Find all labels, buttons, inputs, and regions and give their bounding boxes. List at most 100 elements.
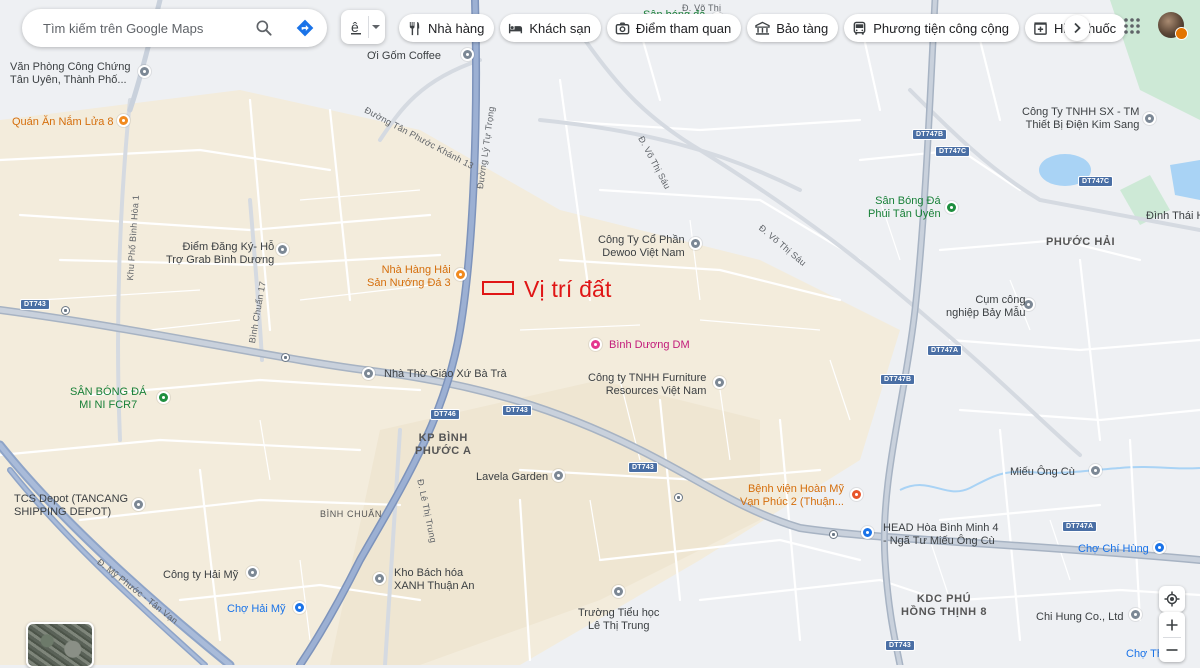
land-location-label: Vị trí đất xyxy=(524,276,612,302)
search-icon[interactable] xyxy=(254,18,274,38)
my-location-button[interactable] xyxy=(1159,586,1185,612)
place-label[interactable]: Chi Hung Co., Ltd xyxy=(1036,611,1123,624)
place-pin-icon[interactable] xyxy=(945,201,958,214)
place-pin-icon[interactable] xyxy=(1089,464,1102,477)
hotel-pin-icon[interactable] xyxy=(589,338,602,351)
satellite-layer-thumbnail[interactable] xyxy=(26,622,94,668)
place-label[interactable]: Công ty Hải Mỹ xyxy=(163,569,238,582)
area-label: KDC PHÚ HỒNG THỊNH 8 xyxy=(901,593,988,618)
shop-pin-icon[interactable] xyxy=(1153,541,1166,554)
place-pin-icon[interactable] xyxy=(276,243,289,256)
search-input[interactable] xyxy=(41,19,250,37)
area-label: BÌNH CHUẨN xyxy=(320,509,383,519)
minus-icon xyxy=(1166,648,1178,651)
church-pin-icon[interactable] xyxy=(362,367,375,380)
chip-hotels[interactable]: Khách sạn xyxy=(500,14,601,42)
road-shield: DT747A xyxy=(1062,521,1098,532)
camera-icon xyxy=(615,21,630,34)
place-label[interactable]: Miếu Ông Cù xyxy=(1010,466,1075,479)
place-label[interactable]: Công Ty Cổ Phần Dewoo Việt Nam xyxy=(598,234,685,260)
place-label[interactable]: Điểm Đăng Ký- Hỗ Trợ Grab Bình Dương xyxy=(166,241,274,267)
place-label[interactable]: Ơi Gốm Coffee xyxy=(367,50,441,63)
road-shield: DT743 xyxy=(628,462,659,473)
chip-restaurants[interactable]: Nhà hàng xyxy=(399,14,495,42)
road-shield: DT747B xyxy=(912,129,948,140)
museum-icon xyxy=(755,21,770,35)
place-label[interactable]: Công Ty TNHH SX - TM Thiết Bị Điện Kim Sa… xyxy=(1022,106,1139,132)
place-pin-icon[interactable] xyxy=(157,391,170,404)
land-location-marker xyxy=(482,281,514,295)
chevron-down-icon xyxy=(372,25,380,29)
place-label[interactable]: Bình Dương DM xyxy=(609,339,690,352)
road-shield: DT743 xyxy=(885,640,916,651)
hospital-pin-icon[interactable] xyxy=(850,488,863,501)
place-label[interactable]: SÂN BÓNG ĐÁ MI NI FCR7 xyxy=(70,386,146,412)
zoom-in-button[interactable] xyxy=(1166,613,1178,637)
bus-icon xyxy=(853,21,866,35)
place-pin-icon[interactable] xyxy=(1129,608,1142,621)
place-pin-icon[interactable] xyxy=(461,48,474,61)
place-label[interactable]: TCS Depot (TANCANG SHIPPING DEPOT) xyxy=(14,493,128,519)
map-canvas[interactable] xyxy=(0,0,1200,665)
place-pin-icon[interactable] xyxy=(1143,112,1156,125)
chip-transit[interactable]: Phương tiện công cộng xyxy=(844,14,1020,42)
place-label[interactable]: Văn Phòng Công Chứng Tân Uyên, Thành Phố.… xyxy=(10,61,131,87)
chip-attractions[interactable]: Điểm tham quan xyxy=(606,14,742,42)
bus-stop-icon[interactable] xyxy=(61,306,70,315)
apps-grid-icon[interactable] xyxy=(1122,16,1142,36)
place-label[interactable]: Bệnh viện Hoàn Mỹ Vạn Phúc 2 (Thuận... xyxy=(740,483,844,509)
layer-toggle-button[interactable]: ê xyxy=(341,10,385,44)
shop-pin-icon[interactable] xyxy=(861,526,874,539)
place-label[interactable]: Trường Tiểu học Lê Thị Trung xyxy=(578,607,659,633)
area-label: KP BÌNH PHƯỚC A xyxy=(415,432,472,457)
zoom-out-button[interactable] xyxy=(1166,638,1178,662)
place-label[interactable]: Sân Bóng Đá Phúi Tân Uyên xyxy=(868,195,941,221)
alert-badge-icon xyxy=(1175,27,1188,40)
place-pin-icon[interactable] xyxy=(132,498,145,511)
place-label[interactable]: Chợ Hải Mỹ xyxy=(227,603,286,616)
place-label[interactable]: HEAD Hòa Bình Minh 4- Ngã Tư Miếu Ông Cù xyxy=(883,522,999,548)
more-chips-button[interactable] xyxy=(1064,15,1090,41)
chip-museums[interactable]: Bảo tàng xyxy=(747,14,839,42)
place-pin-icon[interactable] xyxy=(713,376,726,389)
locate-icon xyxy=(1164,591,1180,607)
road-shield: DT747A xyxy=(927,345,963,356)
bus-stop-icon[interactable] xyxy=(674,493,683,502)
place-pin-icon[interactable] xyxy=(612,585,625,598)
plus-icon xyxy=(1166,619,1178,630)
place-label[interactable]: Đình Thái H xyxy=(1146,210,1200,223)
area-label: PHƯỚC HẢI xyxy=(1046,236,1116,248)
chevron-right-icon xyxy=(1074,22,1081,34)
category-chips: Nhà hàng Khách sạn Điểm tham quan Bảo tà… xyxy=(399,14,1127,42)
place-pin-icon[interactable] xyxy=(689,237,702,250)
place-label[interactable]: Công ty TNHH Furniture Resources Việt Nam xyxy=(588,372,706,398)
place-label[interactable]: Quán Ăn Nắm Lửa 8 xyxy=(12,116,114,129)
bus-stop-icon[interactable] xyxy=(281,353,290,362)
road-shield: DT743 xyxy=(20,299,51,310)
shop-pin-icon[interactable] xyxy=(293,601,306,614)
directions-icon[interactable] xyxy=(295,18,315,38)
search-box xyxy=(22,9,327,47)
restaurant-pin-icon[interactable] xyxy=(117,114,130,127)
road-shield: DT747C xyxy=(1078,176,1114,187)
place-label[interactable]: Kho Bách hóa XANH Thuận An xyxy=(394,567,475,593)
language-icon: ê xyxy=(351,19,361,35)
bus-stop-icon[interactable] xyxy=(829,530,838,539)
road-shield: DT746 xyxy=(430,409,461,420)
pharmacy-icon xyxy=(1034,21,1047,35)
road-shield: DT747B xyxy=(880,374,916,385)
fork-knife-icon xyxy=(409,21,420,35)
road-shield: DT747C xyxy=(935,146,971,157)
place-label[interactable]: Nhà Hàng Hải Sản Nướng Đá 3 xyxy=(367,264,451,290)
place-label[interactable]: Lavela Garden xyxy=(476,471,548,484)
place-label[interactable]: Nhà Thờ Giáo Xứ Bà Trà xyxy=(384,368,507,381)
place-pin-icon[interactable] xyxy=(373,572,386,585)
zoom-controls xyxy=(1159,612,1185,662)
place-label[interactable]: Chợ Chí Hùng xyxy=(1078,543,1149,556)
place-pin-icon[interactable] xyxy=(552,469,565,482)
place-pin-icon[interactable] xyxy=(246,566,259,579)
restaurant-pin-icon[interactable] xyxy=(454,268,467,281)
place-label[interactable]: Cụm công nghiệp Bảy Mẫu xyxy=(946,294,1026,320)
place-label[interactable]: Chợ Th xyxy=(1126,648,1163,661)
place-pin-icon[interactable] xyxy=(138,65,151,78)
